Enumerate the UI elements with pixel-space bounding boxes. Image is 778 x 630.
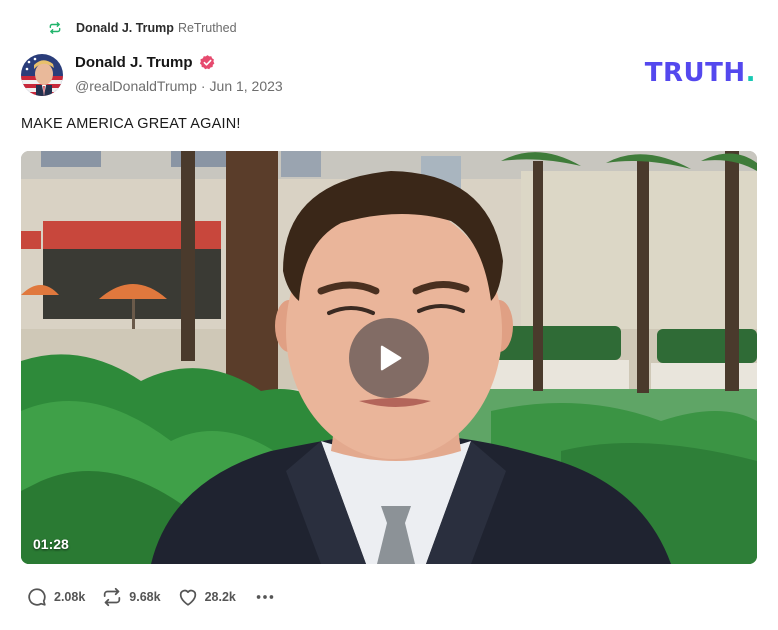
heart-icon bbox=[179, 589, 196, 606]
reply-button[interactable]: 2.08k bbox=[26, 586, 85, 608]
author-name-row: Donald J. Trump bbox=[75, 54, 216, 71]
retruth-button[interactable]: 9.68k bbox=[101, 586, 161, 608]
retruth-count: 9.68k bbox=[129, 590, 161, 604]
logo-dot: . bbox=[745, 58, 756, 88]
post-date[interactable]: Jun 1, 2023 bbox=[210, 78, 283, 94]
verified-badge-icon bbox=[199, 54, 216, 71]
retruth-icon bbox=[48, 21, 62, 35]
truth-logo: TRUTH. bbox=[645, 58, 756, 88]
video-duration: 01:28 bbox=[33, 536, 69, 552]
avatar[interactable] bbox=[21, 54, 63, 96]
author-display-name[interactable]: Donald J. Trump bbox=[75, 54, 193, 71]
like-count: 28.2k bbox=[204, 590, 236, 604]
post-header: Donald J. Trump @realDonaldTrump · Jun 1… bbox=[21, 52, 761, 98]
reply-count: 2.08k bbox=[54, 590, 86, 604]
logo-text: TRUTH bbox=[644, 58, 746, 88]
meta-separator: · bbox=[200, 78, 206, 94]
play-button[interactable] bbox=[349, 318, 429, 398]
post-text: MAKE AMERICA GREAT AGAIN! bbox=[21, 116, 241, 132]
more-icon bbox=[256, 595, 274, 599]
more-options-button[interactable] bbox=[254, 586, 276, 608]
retruth-label: ReTruthed bbox=[177, 21, 237, 35]
video-player[interactable]: 01:28 bbox=[21, 151, 757, 564]
play-icon bbox=[380, 345, 402, 371]
author-meta: @realDonaldTrump · Jun 1, 2023 bbox=[75, 78, 283, 94]
like-button[interactable]: 28.2k bbox=[177, 586, 236, 608]
reply-icon bbox=[28, 588, 46, 606]
post-actions: 2.08k 9.68k 28.2k bbox=[26, 585, 276, 609]
retruth-icon bbox=[104, 587, 121, 607]
retruth-bar: Donald J. Trump ReTruthed bbox=[48, 18, 237, 38]
author-handle[interactable]: @realDonaldTrump bbox=[75, 78, 197, 94]
retruth-user-link[interactable]: Donald J. Trump bbox=[76, 21, 174, 35]
